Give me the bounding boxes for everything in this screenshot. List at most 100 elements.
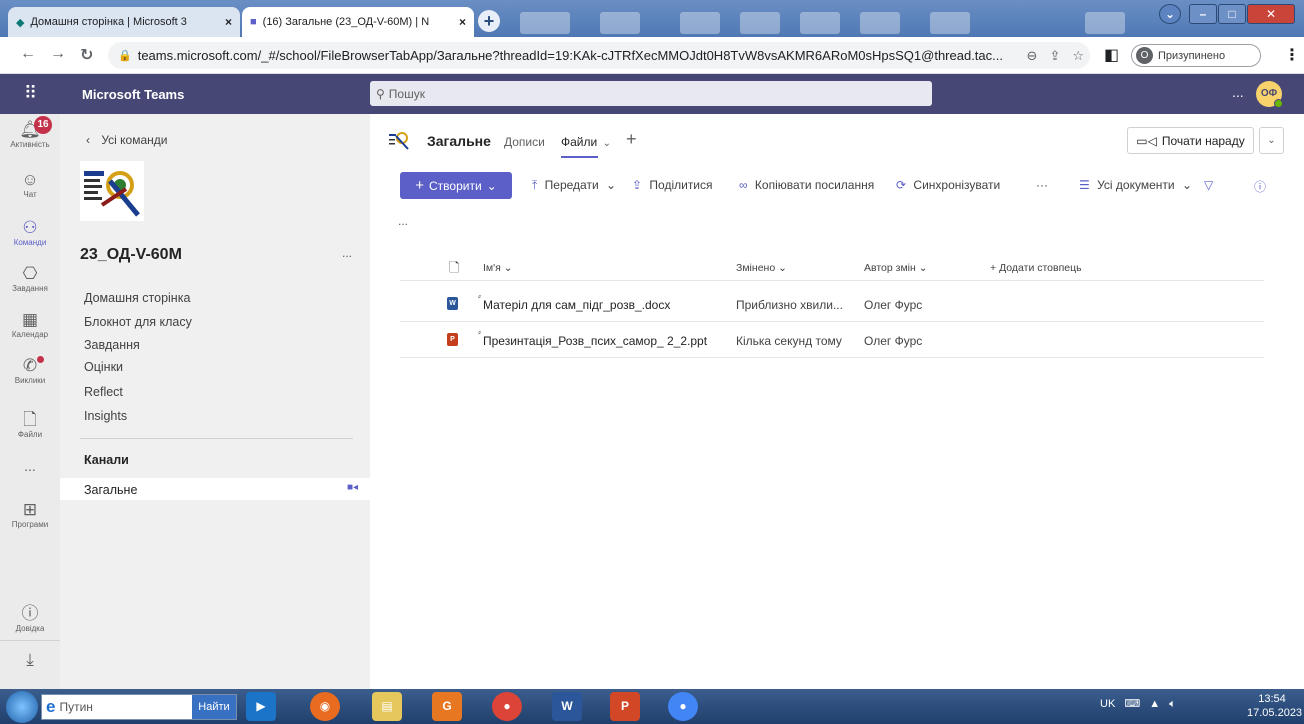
tab-files[interactable]: Файли ⌄ <box>561 135 611 149</box>
rail-item-chat[interactable]: ☺ Чат <box>0 170 60 199</box>
clock[interactable]: 13:54 17.05.2023 <box>1247 692 1302 720</box>
create-button[interactable]: + Створити ⌄ <box>400 172 512 199</box>
meet-dropdown-button[interactable]: ⌄ <box>1259 127 1284 154</box>
nav-grades[interactable]: Оцінки <box>84 360 123 374</box>
close-tab-icon[interactable]: × <box>225 15 232 29</box>
table-row[interactable]: P ⸗ Презинтація_Розв_псих_самор_ 2_2.ppt… <box>400 324 1264 358</box>
new-tab-button[interactable]: + <box>478 10 500 32</box>
main-content: Загальне Дописи Файли ⌄ + ▭◁ Почати нара… <box>370 114 1304 689</box>
app-launcher-icon[interactable]: ⠿ <box>24 83 37 104</box>
nav-class-notebook[interactable]: Блокнот для класу <box>84 315 192 329</box>
avatar[interactable]: ОФ <box>1256 81 1283 108</box>
nav-insights[interactable]: Insights <box>84 409 127 423</box>
nav-reflect[interactable]: Reflect <box>84 385 123 399</box>
chrome-profile-icon[interactable]: ● <box>668 692 698 721</box>
add-column-button[interactable]: + Додати стовпець <box>990 262 1082 274</box>
rail-item-assignments[interactable]: ⎔ Завдання <box>0 264 60 293</box>
background-window <box>600 12 640 34</box>
status-dot <box>37 356 44 363</box>
word-app-icon[interactable]: W <box>552 692 582 721</box>
calendar-icon: ▦ <box>21 310 39 329</box>
ie-icon: e <box>46 697 56 716</box>
file-explorer-icon[interactable]: ▤ <box>372 692 402 721</box>
column-modified-label: Змінено <box>736 262 776 274</box>
rail-item-calendar[interactable]: ▦ Календар <box>0 310 60 339</box>
bookmark-star-icon[interactable]: ☆ <box>1072 48 1084 64</box>
minimize-button[interactable]: – <box>1189 4 1217 24</box>
maximize-button[interactable]: □ <box>1218 4 1246 24</box>
rail-item-calls[interactable]: ✆ Виклики <box>0 356 60 385</box>
channel-item-general[interactable]: Загальне ■◂ <box>60 478 370 500</box>
language-indicator[interactable]: UK <box>1100 698 1115 710</box>
assignments-icon: ⎔ <box>22 264 38 283</box>
share-icon[interactable]: ⇪ <box>1049 48 1060 64</box>
team-more-button[interactable]: ... <box>342 246 352 260</box>
start-meeting-button[interactable]: ▭◁ Почати нараду <box>1127 127 1254 154</box>
rail-label: Програми <box>11 520 49 529</box>
settings-more-button[interactable]: ... <box>1232 84 1244 100</box>
taskbar-search-button[interactable]: Найти <box>192 695 236 719</box>
taskbar-search[interactable]: e Путин Найти <box>41 694 237 720</box>
download-button[interactable]: ⤓ <box>0 650 60 670</box>
profile-chip[interactable]: О Призупинено <box>1131 44 1261 67</box>
nav-home[interactable]: Домашня сторінка <box>84 291 190 305</box>
column-header-name[interactable]: Ім'я ⌄ <box>483 262 513 274</box>
system-tray[interactable]: UK ⌨ ▲ 🔈︎ <box>1100 697 1176 711</box>
back-arrow-icon[interactable]: ← <box>20 45 36 63</box>
clock-time: 13:54 <box>1258 693 1286 705</box>
browser-tab-home[interactable]: ◆ Домашня сторінка | Microsoft 3 × <box>8 7 240 37</box>
view-selector[interactable]: ☰ Усі документи ⌄ <box>1079 178 1192 192</box>
share-button[interactable]: ⇪ Поділитися <box>632 178 713 192</box>
zoom-icon[interactable]: ⊖ <box>1027 48 1038 64</box>
all-teams-label: Усі команди <box>101 133 168 147</box>
video-camera-icon: ▭◁ <box>1136 133 1157 148</box>
rail-item-more[interactable]: ... <box>0 458 60 474</box>
close-window-button[interactable]: ✕ <box>1247 4 1295 24</box>
forward-arrow-icon[interactable]: → <box>50 45 66 63</box>
toolbar-more-button[interactable]: ··· <box>1036 178 1048 192</box>
rail-item-activity[interactable]: 🔔︎ 16 Активність <box>0 116 60 149</box>
rail-item-files[interactable]: 🗋 Файли <box>0 410 60 439</box>
info-icon[interactable]: ⓘ <box>1254 178 1266 195</box>
rail-item-apps[interactable]: ⊞ Програми <box>0 500 60 529</box>
column-header-modified[interactable]: Змінено ⌄ <box>736 262 787 274</box>
filter-icon[interactable]: ▽ <box>1204 178 1213 192</box>
media-player-icon[interactable]: ▶ <box>246 692 276 721</box>
start-button[interactable] <box>6 691 38 723</box>
chrome-icon[interactable]: ● <box>492 692 522 721</box>
breadcrumb[interactable]: ... <box>398 214 408 228</box>
profile-avatar: О <box>1136 47 1153 64</box>
browser-menu-icon[interactable]: ⋮ <box>1284 45 1300 65</box>
close-tab-icon[interactable]: × <box>459 15 466 29</box>
column-header-author[interactable]: Автор змін ⌄ <box>864 262 928 274</box>
chevron-down-icon: ⌄ <box>486 178 497 193</box>
pdf-app-icon[interactable]: G <box>432 692 462 721</box>
file-name[interactable]: Матеріл для сам_підг_розв_.docx <box>483 298 670 312</box>
rail-item-help[interactable]: ⓘ Довідка <box>0 604 60 633</box>
plus-icon: + <box>990 262 997 274</box>
chevron-down-icon: ⌄ <box>602 138 611 149</box>
url-field[interactable]: 🔒 teams.microsoft.com/_#/school/FileBrow… <box>108 42 1090 69</box>
tab-search-button[interactable]: ⌄ <box>1159 4 1181 24</box>
file-type-header-icon: 🗋 <box>449 260 460 275</box>
browser-tab-teams[interactable]: ■ (16) Загальне (23_ОД-V-60M) | N × <box>242 7 474 37</box>
rail-item-teams[interactable]: ⚇ Команди <box>0 218 60 247</box>
word-doc-icon: W <box>447 297 458 310</box>
side-panel-icon[interactable]: ◧ <box>1104 45 1119 65</box>
firefox-icon[interactable]: ◉ <box>310 692 340 721</box>
chevron-down-icon: ⌄ <box>778 262 787 274</box>
add-tab-button[interactable]: + <box>626 129 637 150</box>
download-arrow-icon: ⤓ <box>26 650 34 669</box>
search-input[interactable]: ⚲ Пошук <box>370 81 932 106</box>
upload-button[interactable]: ⤒ Передати ⌄ <box>532 178 616 193</box>
powerpoint-app-icon[interactable]: P <box>610 692 640 721</box>
file-name[interactable]: Презинтація_Розв_псих_самор_ 2_2.ppt <box>483 334 707 348</box>
rail-label: Чат <box>23 190 37 199</box>
sync-button[interactable]: ⟳ Синхронізувати <box>896 178 1000 192</box>
copy-link-button[interactable]: ∞ Копіювати посилання <box>739 178 874 192</box>
all-teams-link[interactable]: ‹ Усі команди <box>86 133 167 147</box>
nav-assignments[interactable]: Завдання <box>84 338 140 352</box>
tab-posts[interactable]: Дописи <box>504 135 545 149</box>
reload-icon[interactable]: ↻ <box>80 45 93 65</box>
table-row[interactable]: W ⸗ Матеріл для сам_підг_розв_.docx Приб… <box>400 288 1264 322</box>
